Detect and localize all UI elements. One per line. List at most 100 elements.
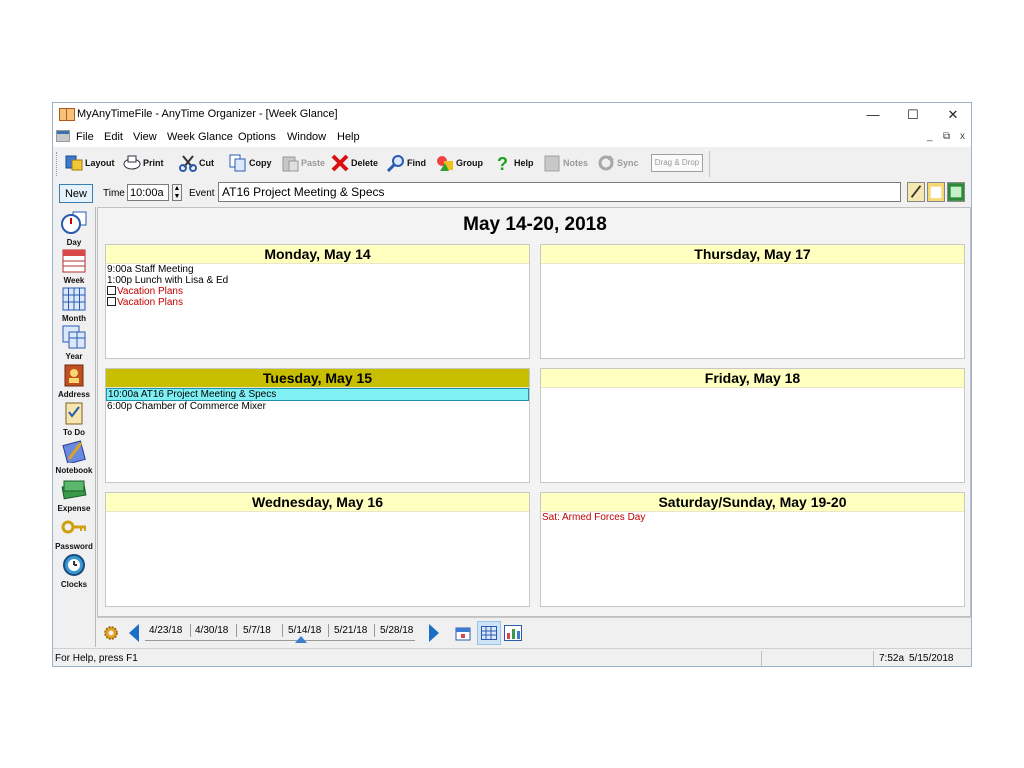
next-week-arrow[interactable] xyxy=(429,624,439,642)
week-link-selected[interactable]: 5/14/18 xyxy=(288,625,321,636)
sidebar-notebook-label: Notebook xyxy=(55,466,93,475)
day-panel-monday[interactable]: Monday, May 14 9:00a Staff Meeting 1:00p… xyxy=(105,244,530,359)
cut-button[interactable]: Cut xyxy=(179,153,214,173)
edit-note-icon[interactable] xyxy=(907,182,925,202)
time-spinner[interactable]: ▲ ▼ xyxy=(172,184,182,201)
sidebar-item-expense[interactable]: Expense xyxy=(53,477,95,515)
current-week-marker[interactable] xyxy=(295,636,307,643)
app-icon xyxy=(59,108,75,121)
cut-label: Cut xyxy=(199,158,214,168)
calendar-add-icon[interactable] xyxy=(454,624,472,642)
find-button[interactable]: Find xyxy=(387,153,426,173)
sidebar-password-label: Password xyxy=(55,542,93,551)
toolbar-grip[interactable] xyxy=(56,152,60,176)
task-item[interactable]: Vacation Plans xyxy=(106,297,529,308)
event-item[interactable]: 6:00p Chamber of Commerce Mixer xyxy=(106,401,529,412)
status-date: 5/15/2018 xyxy=(909,653,954,664)
print-button[interactable]: Print xyxy=(123,153,164,173)
holiday-item[interactable]: Sat: Armed Forces Day xyxy=(541,512,964,523)
status-bar: For Help, press F1 7:52a 5/15/2018 xyxy=(53,648,971,666)
new-event-button[interactable]: New xyxy=(59,184,93,203)
layout-label: Layout xyxy=(85,158,115,168)
week-link[interactable]: 5/28/18 xyxy=(380,625,413,636)
help-question-icon: ? xyxy=(497,154,508,172)
maximize-button[interactable]: ☐ xyxy=(893,103,933,127)
event-field[interactable]: AT16 Project Meeting & Specs xyxy=(218,182,901,202)
month-calendar-icon xyxy=(62,287,86,311)
event-entry-bar: New Time 10:00a ▲ ▼ Event AT16 Project Me… xyxy=(53,181,971,207)
menu-help[interactable]: Help xyxy=(337,131,360,143)
week-link[interactable]: 4/30/18 xyxy=(195,625,228,636)
day-panel-tuesday[interactable]: Tuesday, May 15 10:00a AT16 Project Meet… xyxy=(105,368,530,483)
mdi-close-button[interactable]: x xyxy=(960,131,965,142)
sidebar-year-label: Year xyxy=(65,352,83,361)
mdi-minimize-button[interactable]: _ xyxy=(927,131,933,142)
day-panel-friday[interactable]: Friday, May 18 xyxy=(540,368,965,483)
week-link[interactable]: 4/23/18 xyxy=(149,625,182,636)
day-panel-thursday[interactable]: Thursday, May 17 xyxy=(540,244,965,359)
close-button[interactable]: ✕ xyxy=(933,103,971,127)
menu-file[interactable]: File xyxy=(76,131,94,143)
menu-options[interactable]: Options xyxy=(238,131,276,143)
sidebar-item-month[interactable]: Month xyxy=(53,287,95,325)
menu-edit[interactable]: Edit xyxy=(104,131,123,143)
selected-event-item[interactable]: 10:00a AT16 Project Meeting & Specs xyxy=(106,388,529,401)
day-panel-weekend[interactable]: Saturday/Sunday, May 19-20 Sat: Armed Fo… xyxy=(540,492,965,607)
sidebar-address-label: Address xyxy=(57,390,90,399)
task-checkbox[interactable] xyxy=(107,297,116,306)
menu-view[interactable]: View xyxy=(133,131,157,143)
time-field[interactable]: 10:00a xyxy=(127,184,169,201)
sidebar-item-address[interactable]: Address xyxy=(53,363,95,401)
delete-button[interactable]: Delete xyxy=(331,153,378,173)
task-label: Vacation Plans xyxy=(117,286,183,297)
spreadsheet-icon[interactable] xyxy=(947,182,965,202)
print-label: Print xyxy=(143,158,164,168)
day-panel-wednesday[interactable]: Wednesday, May 16 xyxy=(105,492,530,607)
week-divider xyxy=(328,624,329,637)
minimize-button[interactable]: — xyxy=(853,103,893,127)
paste-button[interactable]: Paste xyxy=(281,153,325,173)
sidebar-item-year[interactable]: Year xyxy=(53,325,95,363)
grid-view-icon xyxy=(481,626,497,640)
sidebar-month-label: Month xyxy=(62,314,86,323)
help-label: Help xyxy=(514,158,534,168)
previous-week-arrow[interactable] xyxy=(129,624,139,642)
help-button[interactable]: ? Help xyxy=(494,153,534,173)
event-item[interactable]: 9:00a Staff Meeting xyxy=(106,264,529,275)
sidebar-item-day[interactable]: Day xyxy=(53,211,95,249)
chart-view-icon[interactable] xyxy=(504,625,522,641)
day-header: Thursday, May 17 xyxy=(541,245,964,264)
sidebar-todo-label: To Do xyxy=(62,428,86,437)
sidebar-item-password[interactable]: Password xyxy=(53,515,95,553)
sync-label: Sync xyxy=(617,158,639,168)
week-link[interactable]: 5/7/18 xyxy=(243,625,271,636)
drag-drop-box[interactable]: Drag & Drop xyxy=(651,154,703,172)
document-icon[interactable] xyxy=(56,130,70,142)
copy-button[interactable]: Copy xyxy=(229,153,272,173)
settings-gear-icon[interactable] xyxy=(103,625,119,641)
group-button[interactable]: Group xyxy=(436,153,483,173)
task-item[interactable]: Vacation Plans xyxy=(106,286,529,297)
status-time: 7:52a xyxy=(879,653,905,664)
week-slider-track[interactable] xyxy=(145,640,415,641)
sidebar-day-label: Day xyxy=(66,238,82,247)
notes-button[interactable]: Notes xyxy=(543,153,588,173)
task-checkbox[interactable] xyxy=(107,286,116,295)
notepad-icon[interactable] xyxy=(927,182,945,202)
layout-button[interactable]: Layout xyxy=(65,153,115,173)
day-header: Wednesday, May 16 xyxy=(106,493,529,512)
menu-window[interactable]: Window xyxy=(287,131,326,143)
menu-week-glance[interactable]: Week Glance xyxy=(167,131,233,143)
sidebar-item-todo[interactable]: To Do xyxy=(53,401,95,439)
sidebar-item-week[interactable]: Week xyxy=(53,249,95,287)
group-shapes-icon xyxy=(437,156,453,171)
week-link[interactable]: 5/21/18 xyxy=(334,625,367,636)
mdi-restore-button[interactable]: ⧉ xyxy=(943,131,950,142)
sidebar-item-clocks[interactable]: Clocks xyxy=(53,553,95,591)
view-sidebar: Day Week Month Year Address To Do Notebo… xyxy=(53,207,96,647)
event-item[interactable]: 1:00p Lunch with Lisa & Ed xyxy=(106,275,529,286)
week-range-title: May 14-20, 2018 xyxy=(463,214,607,235)
sidebar-item-notebook[interactable]: Notebook xyxy=(53,439,95,477)
grid-view-toggle[interactable] xyxy=(477,621,501,645)
sync-button[interactable]: Sync xyxy=(597,153,639,173)
